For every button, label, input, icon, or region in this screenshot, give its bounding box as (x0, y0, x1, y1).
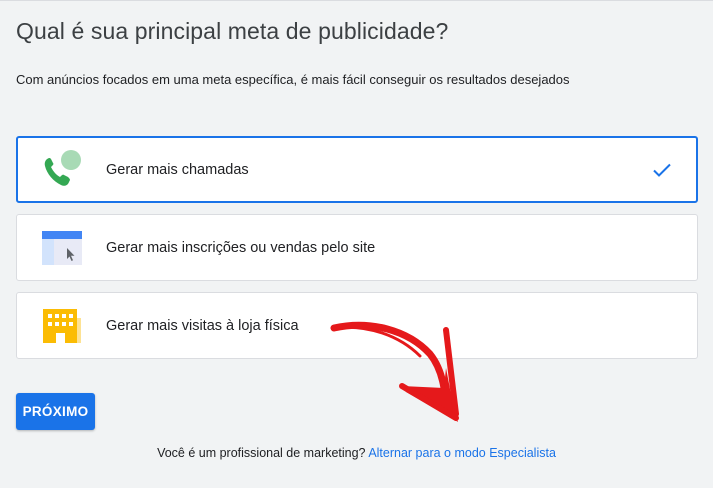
footer: Você é um profissional de marketing? Alt… (0, 446, 713, 460)
page-subtitle: Com anúncios focados em uma meta específ… (16, 72, 570, 87)
store-icon (39, 306, 85, 346)
footer-question: Você é um profissional de marketing? (157, 446, 366, 460)
next-button[interactable]: PRÓXIMO (16, 393, 95, 430)
option-store[interactable]: Gerar mais visitas à loja física (16, 292, 698, 359)
top-divider (0, 0, 713, 1)
page-title: Qual é sua principal meta de publicidade… (16, 18, 449, 44)
phone-call-icon (39, 149, 85, 190)
option-calls-label: Gerar mais chamadas (106, 161, 249, 178)
option-store-label: Gerar mais visitas à loja física (106, 317, 299, 334)
check-icon (652, 162, 672, 178)
option-calls[interactable]: Gerar mais chamadas (16, 136, 698, 203)
website-icon (39, 228, 85, 268)
expert-mode-link[interactable]: Alternar para o modo Especialista (368, 446, 556, 460)
option-website-label: Gerar mais inscrições ou vendas pelo sit… (106, 239, 376, 256)
option-website[interactable]: Gerar mais inscrições ou vendas pelo sit… (16, 214, 698, 281)
